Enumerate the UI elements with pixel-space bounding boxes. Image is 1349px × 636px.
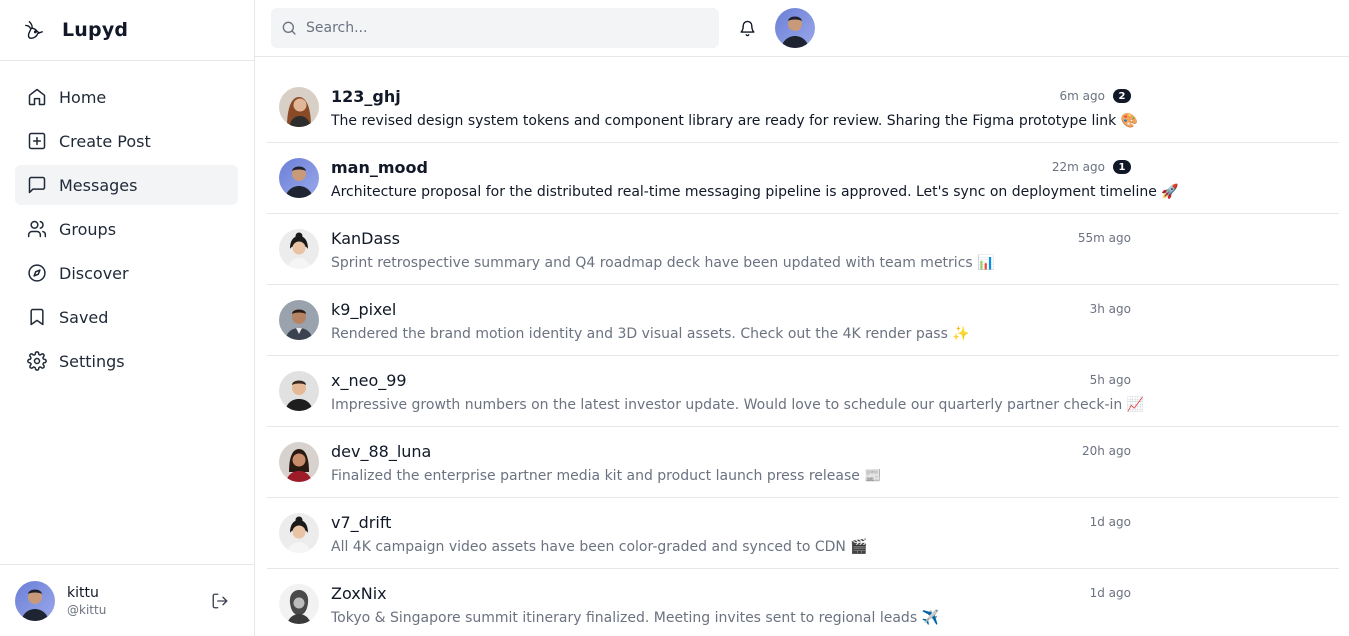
avatar xyxy=(279,584,319,624)
conversation-username: 123_ghj xyxy=(331,87,401,106)
sidebar-item-discover[interactable]: Discover xyxy=(15,253,238,293)
sidebar-item-label: Settings xyxy=(59,351,125,371)
sidebar-item-create-post[interactable]: Create Post xyxy=(15,121,238,161)
sidebar-item-label: Create Post xyxy=(59,131,151,151)
sidebar-item-label: Discover xyxy=(59,263,129,283)
conversation-preview: Architecture proposal for the distribute… xyxy=(331,184,1179,200)
unread-count-badge: 1 xyxy=(1113,160,1131,174)
conversation-time: 20h ago xyxy=(1081,444,1131,458)
app-root: Lupyd Home Create Post Messages Groups D… xyxy=(0,0,1349,636)
plus-square-icon xyxy=(27,131,47,151)
sidebar-item-saved[interactable]: Saved xyxy=(15,297,238,337)
conversation-time: 55m ago xyxy=(1077,231,1131,245)
profile-avatar-button[interactable] xyxy=(775,8,815,48)
avatar xyxy=(279,229,319,269)
logout-icon xyxy=(211,592,229,610)
gear-icon xyxy=(27,351,47,371)
messages-list: 123_ghj 6m ago 2 The revised design syst… xyxy=(267,72,1339,636)
conversation-username: man_mood xyxy=(331,158,428,177)
avatar[interactable] xyxy=(15,580,55,621)
sidebar-item-label: Saved xyxy=(59,307,109,327)
conversation-meta: 55m ago xyxy=(1078,231,1131,245)
conversation-time: 6m ago xyxy=(1059,89,1105,103)
conversation-preview: All 4K campaign video assets have been c… xyxy=(331,539,868,555)
conversation-username: v7_drift xyxy=(331,513,392,532)
home-icon xyxy=(27,87,47,107)
brand[interactable]: Lupyd xyxy=(0,0,254,61)
sidebar-nav: Home Create Post Messages Groups Discove… xyxy=(0,61,254,381)
conversation-row[interactable]: ZoxNix 1d ago Tokyo & Singapore summit i… xyxy=(267,569,1339,636)
message-square-icon xyxy=(27,175,47,195)
current-user-panel: kittu @kittu xyxy=(0,564,254,636)
conversation-username: k9_pixel xyxy=(331,300,397,319)
conversation-username: x_neo_99 xyxy=(331,371,407,390)
avatar xyxy=(279,87,319,127)
logout-button[interactable] xyxy=(208,589,232,613)
conversation-row[interactable]: v7_drift 1d ago All 4K campaign video as… xyxy=(267,498,1339,569)
avatar xyxy=(279,300,319,340)
conversation-time: 1d ago xyxy=(1089,515,1131,529)
unread-count-badge: 2 xyxy=(1113,89,1131,103)
current-user-handle: @kittu xyxy=(67,602,107,617)
conversation-preview: Rendered the brand motion identity and 3… xyxy=(331,326,970,342)
sidebar: Lupyd Home Create Post Messages Groups D… xyxy=(0,0,255,636)
search-box[interactable] xyxy=(271,8,719,48)
conversation-meta: 22m ago 1 xyxy=(1052,160,1131,174)
conversation-meta: 3h ago xyxy=(1090,302,1131,316)
conversation-row[interactable]: man_mood 22m ago 1 Architecture proposal… xyxy=(267,143,1339,214)
conversation-row[interactable]: 123_ghj 6m ago 2 The revised design syst… xyxy=(267,72,1339,143)
sidebar-item-label: Messages xyxy=(59,175,138,195)
search-icon xyxy=(281,20,297,36)
conversation-time: 22m ago xyxy=(1051,160,1105,174)
sidebar-item-groups[interactable]: Groups xyxy=(15,209,238,249)
users-icon xyxy=(27,219,47,239)
sidebar-item-settings[interactable]: Settings xyxy=(15,341,238,381)
current-user-name: kittu xyxy=(67,584,99,601)
avatar xyxy=(279,371,319,411)
compass-icon xyxy=(27,263,47,283)
conversation-preview: Tokyo & Singapore summit itinerary final… xyxy=(331,610,939,626)
search-input[interactable] xyxy=(306,20,706,36)
conversation-preview: The revised design system tokens and com… xyxy=(331,113,1139,129)
conversation-preview: Impressive growth numbers on the latest … xyxy=(331,397,1145,413)
conversation-meta: 1d ago xyxy=(1090,586,1131,600)
bookmark-icon xyxy=(27,307,47,327)
conversation-row[interactable]: x_neo_99 5h ago Impressive growth number… xyxy=(267,356,1339,427)
brand-name: Lupyd xyxy=(62,19,129,41)
sidebar-item-home[interactable]: Home xyxy=(15,77,238,117)
top-bar xyxy=(255,0,1349,57)
conversation-meta: 1d ago xyxy=(1090,515,1131,529)
conversation-row[interactable]: dev_88_luna 20h ago Finalized the enterp… xyxy=(267,427,1339,498)
conversation-time: 3h ago xyxy=(1089,302,1131,316)
conversation-preview: Sprint retrospective summary and Q4 road… xyxy=(331,255,995,271)
conversation-username: KanDass xyxy=(331,229,400,248)
sidebar-item-messages[interactable]: Messages xyxy=(15,165,238,205)
sidebar-item-label: Groups xyxy=(59,219,117,239)
bell-icon xyxy=(739,20,756,37)
conversation-meta: 20h ago xyxy=(1082,444,1131,458)
lupyd-logo-icon xyxy=(22,18,46,42)
conversation-preview: Finalized the enterprise partner media k… xyxy=(331,468,882,484)
current-user-info: kittu @kittu xyxy=(67,584,208,618)
conversation-row[interactable]: KanDass 55m ago Sprint retrospective sum… xyxy=(267,214,1339,285)
conversation-username: ZoxNix xyxy=(331,584,387,603)
avatar xyxy=(279,513,319,553)
conversation-meta: 6m ago 2 xyxy=(1060,89,1131,103)
sidebar-item-label: Home xyxy=(59,87,107,107)
avatar xyxy=(279,158,319,198)
notifications-button[interactable] xyxy=(737,18,757,38)
conversation-time: 1d ago xyxy=(1089,586,1131,600)
conversation-row[interactable]: k9_pixel 3h ago Rendered the brand motio… xyxy=(267,285,1339,356)
conversation-meta: 5h ago xyxy=(1090,373,1131,387)
avatar xyxy=(279,442,319,482)
conversation-username: dev_88_luna xyxy=(331,442,432,461)
conversation-time: 5h ago xyxy=(1089,373,1131,387)
